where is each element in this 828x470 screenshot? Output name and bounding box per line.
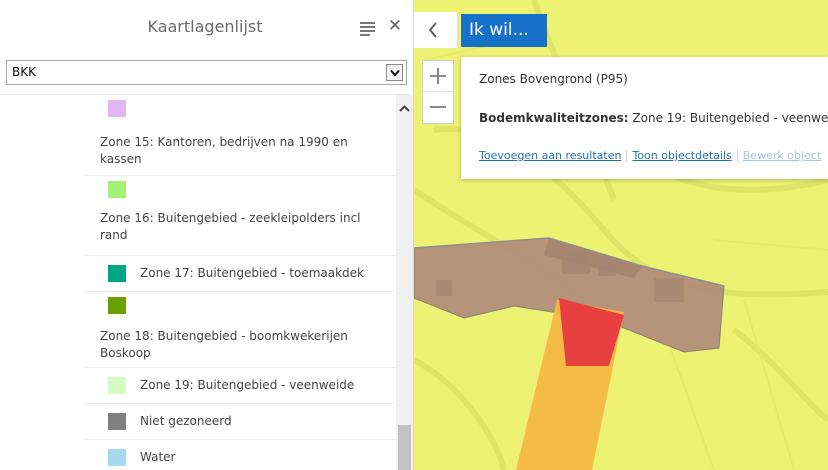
panel-title: Kaartlagenlijst [147,17,263,36]
legend-label: Niet gezoneerd [140,414,232,428]
legend-item: Zone 16: Buitengebied - zeekleipolders i… [84,208,396,256]
edit-object-link: Bewerk object [742,149,822,162]
list-icon[interactable] [360,22,375,36]
show-object-details-link[interactable]: Toon objectdetails [632,149,731,162]
legend-swatch-row [84,292,396,323]
plus-icon[interactable] [423,61,453,92]
legend-item: Zone 19: Buitengebied - veenweide [84,368,396,404]
legend-swatch [108,265,126,282]
legend-swatch [108,413,126,430]
minus-icon[interactable] [423,92,453,123]
legend-item: Water [84,440,396,470]
legend-label: Zone 19: Buitengebied - veenweide [140,378,355,392]
legend-item: Zone 17: Buitengebied - toemaakdek [84,256,396,292]
legend-swatch-row [84,95,396,131]
close-icon[interactable]: ✕ [386,16,404,36]
divider [626,150,628,162]
scrollbar[interactable] [396,95,413,470]
ik-wil-button[interactable]: Ik wil... [461,14,547,47]
chevron-left-icon [428,22,437,38]
popup-title: Zones Bovengrond (P95) [479,72,628,86]
legend-swatch [108,377,126,394]
chevron-down-icon[interactable] [386,64,403,81]
popup-field-label: Bodemkwaliteitzones: [479,111,629,125]
legend-label: Zone 17: Buitengebied - toemaakdek [140,266,364,280]
feature-popup: Zones Bovengrond (P95) Bodemkwaliteitzon… [461,57,828,179]
divider [736,150,738,162]
legend-label: Zone 15: Kantoren, bedrijven na 1990 en … [100,135,348,166]
layer-select[interactable]: BKK [6,60,407,85]
legend-item: Zone 18: Buitengebied - boomkwekerijen B… [84,323,396,368]
legend-swatch [108,297,126,314]
popup-actions: Toevoegen aan resultaten Toon objectdetai… [479,149,821,162]
legend-item: Zone 15: Kantoren, bedrijven na 1990 en … [84,131,396,176]
legend-label: Zone 18: Buitengebied - boomkwekerijen B… [100,329,348,360]
layer-select-value: BKK [12,65,36,79]
legend-label: Water [140,450,176,464]
panel-header: Kaartlagenlijst ✕ [0,0,414,52]
chevron-up-icon[interactable] [396,101,413,117]
legend-label: Zone 16: Buitengebied - zeekleipolders i… [100,211,361,242]
zoom-controls [422,60,454,124]
legend-swatch [108,449,126,466]
legend-list: Zone 15: Kantoren, bedrijven na 1990 en … [0,95,396,470]
legend-swatch [108,100,126,117]
legend-swatch-row [84,176,396,208]
layer-list-panel: Kaartlagenlijst ✕ BKK Zone 15: Kantoren,… [0,0,414,470]
scrollbar-thumb[interactable] [398,425,411,470]
add-to-results-link[interactable]: Toevoegen aan resultaten [479,149,621,162]
legend-swatch [108,181,126,198]
popup-field: Bodemkwaliteitzones: Zone 19: Buitengebi… [479,111,828,125]
collapse-panel-button[interactable] [414,12,458,48]
legend-item: Niet gezoneerd [84,404,396,440]
popup-field-value: Zone 19: Buitengebied - veenweide [632,111,828,125]
